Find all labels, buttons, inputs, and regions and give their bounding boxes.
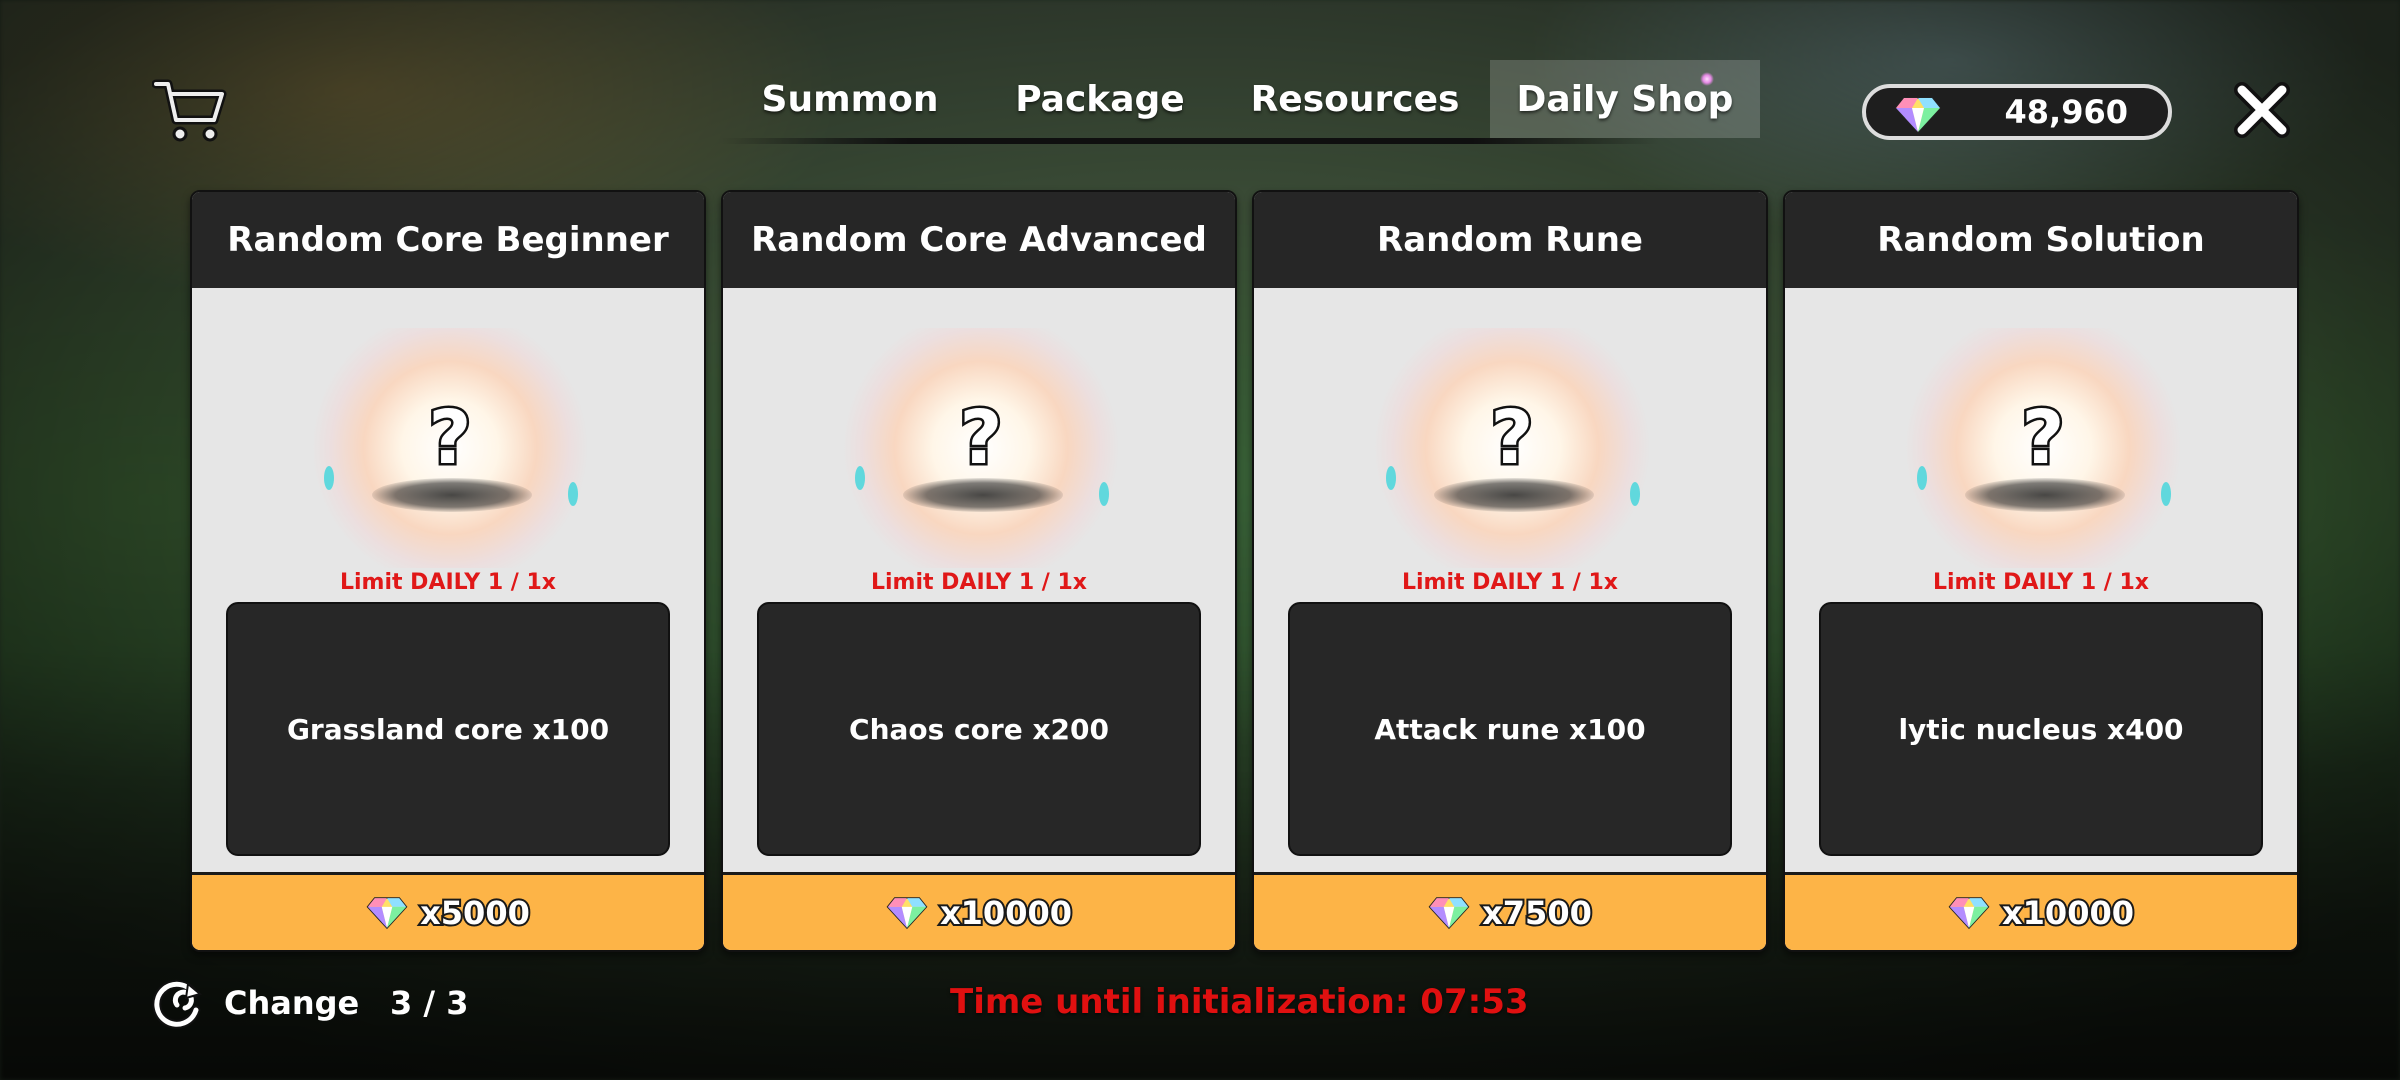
tab-package-label: Package [1015,78,1185,120]
tab-underline [720,138,1660,144]
tab-resources[interactable]: Resources [1220,60,1490,138]
shopping-cart-icon[interactable] [152,76,228,144]
price-label: x10000 [2000,892,2136,934]
tab-resources-label: Resources [1250,78,1460,120]
crystal-icon [1099,482,1109,506]
buy-button[interactable]: x10000 [723,872,1235,950]
tab-package[interactable]: Package [980,60,1220,138]
card-title: Random Rune [1254,192,1766,288]
gem-icon [1428,896,1470,929]
shop-cards: Random Core Beginner ? Limit DAILY 1 / 1… [190,190,2299,952]
gem-icon [366,896,408,929]
card-title: Random Solution [1785,192,2297,288]
shadow-ellipse [903,478,1063,512]
price-label: x7500 [1480,892,1594,934]
shop-tabs: Summon Package Resources Daily Shop [720,60,1760,140]
gem-icon [886,896,928,929]
gem-icon [1894,97,1942,134]
item-description: Chaos core x200 [757,602,1201,856]
shadow-ellipse [1965,478,2125,512]
card-title: Random Core Advanced [723,192,1235,288]
limit-text: Limit DAILY 1 / 1x [870,570,1087,595]
crystal-icon [2161,482,2171,506]
tab-daily-shop[interactable]: Daily Shop [1490,60,1760,138]
crystal-icon [1917,466,1927,490]
question-mark-icon: ? [1488,395,1536,481]
reset-timer: Time until initialization: 07:53 [950,982,1529,1022]
buy-button[interactable]: x7500 [1254,872,1766,950]
item-description: Attack rune x100 [1288,602,1732,856]
crystal-icon [855,466,865,490]
shop-card: Random Solution ? Limit DAILY 1 / 1x lyt… [1783,190,2299,952]
limit-text: Limit DAILY 1 / 1x [339,570,556,595]
limit-text: Limit DAILY 1 / 1x [1932,570,2149,595]
change-count: 3 / 3 [390,984,469,1022]
shadow-ellipse [372,478,532,512]
refresh-icon[interactable] [150,978,204,1032]
close-icon[interactable] [2232,80,2292,140]
shop-card: Random Core Advanced ? Limit DAILY 1 / 1… [721,190,1237,952]
shadow-ellipse [1434,478,1594,512]
price-label: x5000 [418,892,532,934]
shop-card: Random Rune ? Limit DAILY 1 / 1x Attack … [1252,190,1768,952]
change-button[interactable]: Change [224,984,359,1022]
crystal-icon [1386,466,1396,490]
limit-text: Limit DAILY 1 / 1x [1401,570,1618,595]
gem-icon [1948,896,1990,929]
crystal-icon [568,482,578,506]
card-title: Random Core Beginner [192,192,704,288]
crystal-icon [324,466,334,490]
question-mark-icon: ? [2019,395,2067,481]
tab-summon[interactable]: Summon [720,60,980,138]
item-description: lytic nucleus x400 [1819,602,2263,856]
shop-card: Random Core Beginner ? Limit DAILY 1 / 1… [190,190,706,952]
currency-display: 48,960 [1862,84,2172,140]
buy-button[interactable]: x5000 [192,872,704,950]
crystal-icon [1630,482,1640,506]
buy-button[interactable]: x10000 [1785,872,2297,950]
price-label: x10000 [938,892,1074,934]
tab-daily-shop-label: Daily Shop [1516,78,1734,120]
question-mark-icon: ? [957,395,1005,481]
tab-summon-label: Summon [761,78,939,120]
currency-amount: 48,960 [2004,93,2128,131]
item-description: Grassland core x100 [226,602,670,856]
question-mark-icon: ? [426,395,474,481]
